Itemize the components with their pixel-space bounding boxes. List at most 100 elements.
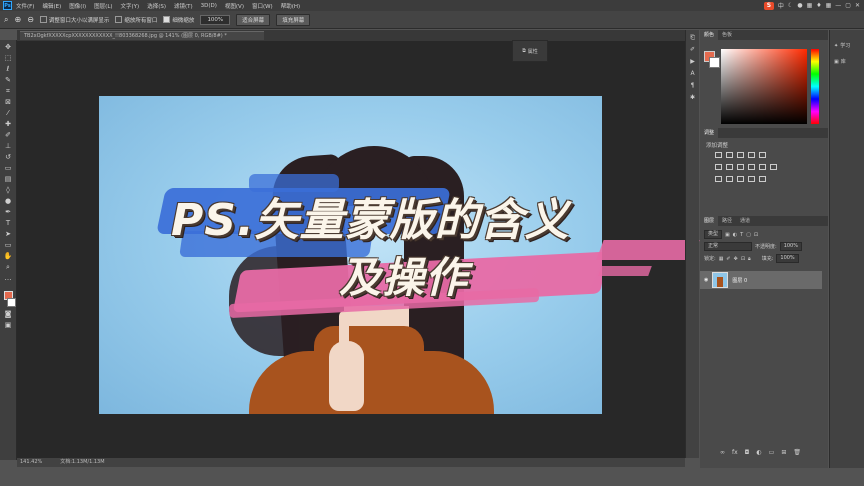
menu-image[interactable]: 图像(I)	[69, 2, 86, 10]
levels-icon[interactable]	[726, 152, 733, 158]
lock-artboard-icon[interactable]: ⊡	[741, 256, 745, 262]
grid-icon[interactable]: ▦	[826, 2, 832, 9]
color-balance-icon[interactable]	[726, 164, 733, 170]
maximize-icon[interactable]: ▢	[845, 2, 851, 9]
filter-adjust-icon[interactable]: ◐	[733, 232, 737, 238]
menu-window[interactable]: 窗口(W)	[252, 2, 273, 10]
zoom-in-icon[interactable]: ⊕	[14, 15, 21, 24]
new-layer-icon[interactable]: ⊞	[781, 449, 786, 456]
close-icon[interactable]: ✕	[855, 2, 860, 9]
layer-style-icon[interactable]: fx	[732, 449, 738, 456]
keyboard-icon[interactable]: ▦	[807, 2, 813, 9]
background-color-swatch[interactable]	[6, 298, 16, 307]
lasso-tool-icon[interactable]: ℓ	[4, 65, 13, 73]
posterize-icon[interactable]	[726, 176, 733, 182]
selective-color-icon[interactable]	[759, 176, 766, 182]
black-white-icon[interactable]	[737, 164, 744, 170]
fill-screen-button[interactable]: 填充屏幕	[276, 13, 311, 26]
blend-mode-dropdown[interactable]: 正常	[704, 242, 752, 251]
photo-filter-icon[interactable]	[748, 164, 755, 170]
menu-view[interactable]: 视图(V)	[225, 2, 244, 10]
character-icon[interactable]: A	[689, 70, 696, 77]
link-layers-icon[interactable]: ∞	[720, 449, 725, 456]
menu-layer[interactable]: 图层(L)	[94, 2, 112, 10]
lock-move-icon[interactable]: ✥	[734, 256, 738, 262]
exposure-icon[interactable]	[748, 152, 755, 158]
hue-slider[interactable]	[811, 49, 819, 124]
move-tool-icon[interactable]: ✥	[4, 43, 13, 51]
new-group-icon[interactable]: ▭	[769, 449, 775, 456]
ime-mode[interactable]: 中	[778, 1, 784, 10]
more-tools-icon[interactable]: …	[4, 274, 13, 282]
tab-channels[interactable]: 通道	[736, 216, 754, 226]
menu-filter[interactable]: 滤镜(T)	[174, 2, 193, 10]
color-lookup-icon[interactable]	[770, 164, 777, 170]
menu-type[interactable]: 文字(Y)	[121, 2, 140, 10]
zoom-out-icon[interactable]: ⊖	[27, 15, 34, 24]
document-canvas[interactable]: PS.矢量蒙版的含义 及操作	[99, 96, 602, 414]
blur-tool-icon[interactable]: ◊	[4, 186, 13, 194]
lock-all-icon[interactable]: 🔒︎	[748, 256, 751, 262]
threshold-icon[interactable]	[737, 176, 744, 182]
delete-layer-icon[interactable]: 🗑︎	[793, 449, 801, 456]
shirt-icon[interactable]: ♦	[816, 2, 821, 9]
hue-saturation-icon[interactable]	[715, 164, 722, 170]
filter-type-icon[interactable]: T	[740, 232, 743, 238]
learn-button[interactable]: ✦ 学习	[834, 42, 850, 50]
filter-shape-icon[interactable]: ▢	[746, 232, 751, 238]
history-brush-tool-icon[interactable]: ↺	[4, 153, 13, 161]
properties-tab[interactable]: ⧉ 属性	[512, 40, 548, 62]
channel-mixer-icon[interactable]	[759, 164, 766, 170]
path-select-tool-icon[interactable]: ➤	[4, 230, 13, 238]
library-button[interactable]: ▣ 库	[834, 58, 846, 66]
new-adjustment-icon[interactable]: ◐	[756, 449, 761, 456]
glyphs-icon[interactable]: ✱	[689, 94, 696, 101]
lock-transparent-icon[interactable]: ▦	[719, 256, 724, 262]
rectangle-tool-icon[interactable]: ▭	[4, 241, 13, 249]
invert-icon[interactable]	[715, 176, 722, 182]
paragraph-icon[interactable]: ¶	[689, 82, 696, 89]
zoom-tool-icon[interactable]: ⌕	[4, 263, 13, 271]
vibrance-icon[interactable]	[759, 152, 766, 158]
document-tab[interactable]: TB2xOgkfXXXXXcpXXXXXXXXXXXX_!!803368268.…	[20, 31, 264, 40]
menu-3d[interactable]: 3D(D)	[201, 3, 217, 9]
pen-tool-icon[interactable]: ✒	[4, 208, 13, 216]
filter-smart-icon[interactable]: ⊡	[754, 232, 758, 238]
fill-input[interactable]: 100%	[776, 254, 799, 263]
gradient-tool-icon[interactable]: ▤	[4, 175, 13, 183]
brush-tool-icon[interactable]: ✐	[4, 131, 13, 139]
filter-pixel-icon[interactable]: ▣	[725, 232, 730, 238]
menu-file[interactable]: 文件(F)	[16, 2, 34, 10]
tab-swatches[interactable]: 色板	[718, 30, 736, 40]
lock-paint-icon[interactable]: ✐	[726, 256, 730, 262]
quick-select-tool-icon[interactable]: ✎	[4, 76, 13, 84]
ime-logo[interactable]: S	[763, 1, 774, 10]
menu-select[interactable]: 选择(S)	[147, 2, 166, 10]
frame-tool-icon[interactable]: ⊠	[4, 98, 13, 106]
status-zoom[interactable]: 141.42%	[20, 458, 42, 467]
eraser-tool-icon[interactable]: ▭	[4, 164, 13, 172]
screen-mode-icon[interactable]: ▣	[4, 321, 13, 329]
layer-filter-dropdown[interactable]: 类型	[704, 230, 723, 239]
scrubby-zoom-checkbox[interactable]: 细微缩放	[163, 16, 194, 24]
layer-name[interactable]: 图层 0	[732, 277, 747, 284]
opacity-input[interactable]: 100%	[779, 242, 802, 251]
color-picker-field[interactable]	[721, 49, 807, 124]
menu-edit[interactable]: 编辑(E)	[42, 2, 61, 10]
tab-paths[interactable]: 路径	[718, 216, 736, 226]
moon-icon[interactable]: ☾	[788, 2, 793, 9]
resize-windows-checkbox[interactable]: 调整窗口大小以满屏显示	[39, 16, 109, 24]
hand-tool-icon[interactable]: ✋	[4, 252, 13, 260]
gradient-map-icon[interactable]	[748, 176, 755, 182]
curves-icon[interactable]	[737, 152, 744, 158]
actions-icon[interactable]: ▶	[689, 58, 696, 65]
marquee-tool-icon[interactable]: ⬚	[4, 54, 13, 62]
type-tool-icon[interactable]: T	[4, 219, 13, 227]
history-icon[interactable]: ⎗	[689, 34, 696, 41]
microphone-icon[interactable]: ●	[797, 2, 802, 9]
zoom-tool-icon[interactable]: ⌕	[4, 15, 8, 25]
add-mask-icon[interactable]: ◘	[745, 449, 750, 456]
brightness-icon[interactable]	[715, 152, 722, 158]
clone-stamp-tool-icon[interactable]: ⊥	[4, 142, 13, 150]
dodge-tool-icon[interactable]: ●	[4, 197, 13, 205]
